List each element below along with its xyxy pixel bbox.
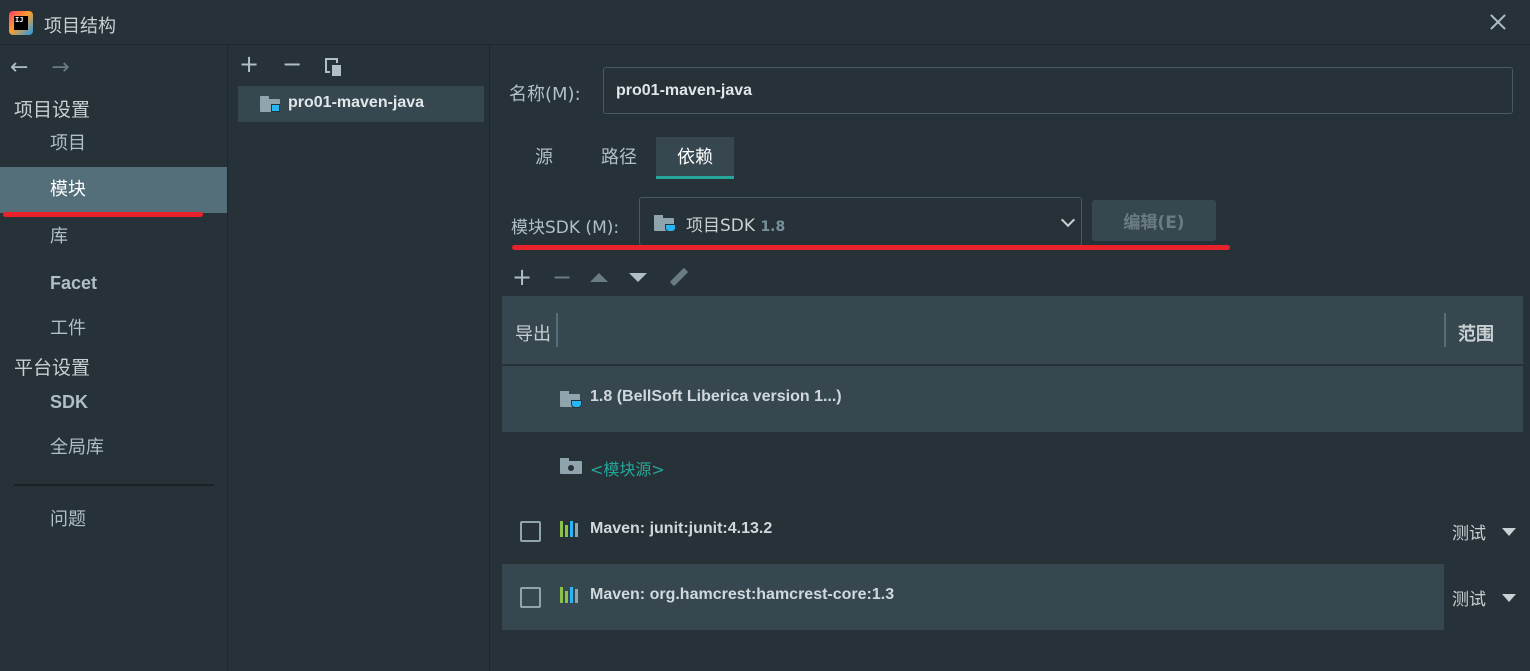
sdk-selected-value: 项目SDK 1.8 bbox=[686, 216, 786, 236]
title-bar: IJ 项目结构 bbox=[0, 0, 1530, 45]
chevron-down-icon bbox=[1060, 212, 1076, 228]
dependencies-table: 导出 范围 1.8 (BellSoft Liberica version 1..… bbox=[502, 296, 1523, 671]
module-detail-panel: 名称(M): 源 路径 依赖 模块SDK (M): 项目SDK 1.8 编辑(E… bbox=[491, 45, 1530, 671]
nav-divider bbox=[14, 484, 214, 486]
red-underline-annotation bbox=[3, 212, 203, 217]
table-header: 导出 范围 bbox=[502, 296, 1523, 365]
scope-dropdown[interactable]: 测试 bbox=[1444, 564, 1523, 630]
remove-dependency-icon[interactable]: − bbox=[552, 262, 572, 292]
sdk-version: 1.8 bbox=[760, 219, 786, 235]
tab-sources[interactable]: 源 bbox=[509, 137, 579, 179]
dependency-name: 1.8 (BellSoft Liberica version 1...) bbox=[590, 388, 842, 405]
dependency-name: Maven: junit:junit:4.13.2 bbox=[590, 520, 773, 537]
window-title: 项目结构 bbox=[44, 16, 116, 37]
maven-library-icon bbox=[560, 521, 582, 537]
maven-library-icon bbox=[560, 587, 582, 603]
module-folder-icon bbox=[260, 96, 280, 112]
project-settings-header: 项目设置 bbox=[14, 99, 91, 121]
remove-module-icon[interactable]: − bbox=[282, 51, 320, 77]
nav-item-modules[interactable]: 模块 bbox=[0, 167, 227, 213]
nav-item-global-libraries[interactable]: 全局库 bbox=[0, 425, 227, 471]
column-separator[interactable] bbox=[556, 313, 558, 347]
module-sdk-label: 模块SDK (M): bbox=[511, 218, 620, 238]
tab-dependencies[interactable]: 依赖 bbox=[656, 137, 734, 179]
module-name: pro01-maven-java bbox=[288, 94, 425, 111]
platform-settings-header: 平台设置 bbox=[14, 357, 91, 379]
modules-toolbar: + − bbox=[239, 51, 344, 78]
logo-text: IJ bbox=[14, 16, 28, 30]
tab-paths[interactable]: 路径 bbox=[584, 137, 654, 179]
back-arrow-icon[interactable]: ← bbox=[10, 55, 46, 80]
column-export: 导出 bbox=[515, 324, 551, 345]
column-separator[interactable] bbox=[1444, 313, 1446, 347]
dependency-name: <模块源> bbox=[590, 460, 665, 479]
nav-item-facet[interactable]: Facet bbox=[0, 260, 227, 306]
module-name-input[interactable] bbox=[603, 67, 1513, 114]
red-underline-annotation bbox=[512, 245, 1230, 250]
nav-item-artifacts[interactable]: 工件 bbox=[0, 306, 227, 352]
move-up-icon[interactable] bbox=[590, 273, 608, 282]
sdk-folder-icon bbox=[654, 215, 676, 232]
forward-arrow-icon[interactable]: → bbox=[51, 55, 87, 80]
settings-nav: ← → 项目设置 项目 模块 库 Facet 工件 平台设置 SDK 全局库 问… bbox=[0, 45, 228, 671]
table-row-module-source[interactable]: <模块源> bbox=[502, 432, 1523, 498]
jdk-folder-icon bbox=[560, 391, 582, 408]
column-scope: 范围 bbox=[1458, 324, 1494, 345]
name-label: 名称(M): bbox=[509, 84, 581, 105]
nav-item-project[interactable]: 项目 bbox=[0, 121, 227, 167]
close-icon[interactable] bbox=[1486, 10, 1510, 34]
table-row-sdk[interactable]: 1.8 (BellSoft Liberica version 1...) bbox=[502, 366, 1523, 432]
move-down-icon[interactable] bbox=[629, 273, 647, 282]
add-dependency-icon[interactable]: + bbox=[512, 262, 532, 292]
nav-item-problems[interactable]: 问题 bbox=[0, 497, 227, 543]
scope-dropdown[interactable]: 测试 bbox=[1444, 498, 1523, 564]
modules-panel: + − pro01-maven-java bbox=[229, 45, 490, 671]
dependencies-toolbar: + − bbox=[502, 258, 1523, 296]
dropdown-arrow-icon bbox=[1502, 594, 1516, 602]
edit-pencil-icon[interactable] bbox=[669, 267, 689, 287]
table-row-junit[interactable]: Maven: junit:junit:4.13.2 测试 bbox=[502, 498, 1523, 564]
module-list-item[interactable]: pro01-maven-java bbox=[238, 86, 484, 122]
intellij-logo-icon: IJ bbox=[9, 11, 33, 35]
source-folder-icon bbox=[560, 458, 582, 474]
add-module-icon[interactable]: + bbox=[239, 51, 277, 77]
history-arrows: ← → bbox=[10, 55, 87, 80]
scope-value: 测试 bbox=[1452, 524, 1486, 544]
nav-item-sdk[interactable]: SDK bbox=[0, 379, 227, 425]
dropdown-arrow-icon bbox=[1502, 528, 1516, 536]
table-row-hamcrest[interactable]: Maven: org.hamcrest:hamcrest-core:1.3 测试 bbox=[502, 564, 1523, 630]
scope-value: 测试 bbox=[1452, 590, 1486, 610]
export-checkbox[interactable] bbox=[520, 587, 541, 608]
export-checkbox[interactable] bbox=[520, 521, 541, 542]
edit-sdk-button[interactable]: 编辑(E) bbox=[1092, 200, 1216, 241]
module-sdk-dropdown[interactable]: 项目SDK 1.8 bbox=[639, 197, 1082, 246]
copy-module-icon[interactable] bbox=[325, 57, 344, 78]
dependency-name: Maven: org.hamcrest:hamcrest-core:1.3 bbox=[590, 586, 895, 603]
nav-item-libraries[interactable]: 库 bbox=[0, 214, 227, 260]
